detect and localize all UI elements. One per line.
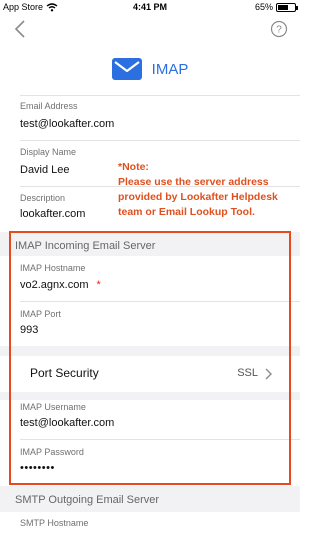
note-line: team or Email Lookup Tool. <box>118 206 255 218</box>
divider <box>20 140 300 141</box>
smtp-hostname-label: SMTP Hostname <box>20 518 89 528</box>
display-name-label: Display Name <box>20 147 77 157</box>
outgoing-section-title: SMTP Outgoing Email Server <box>15 494 160 506</box>
status-right: 65% <box>254 2 298 12</box>
mail-icon <box>111 58 142 80</box>
description-field[interactable]: lookafter.com <box>20 208 85 220</box>
battery-icon <box>276 2 298 12</box>
note-line: Please use the server address <box>118 176 269 188</box>
help-icon[interactable]: ? <box>270 20 288 38</box>
server-address-note: *Note: Please use the server address pro… <box>118 160 300 220</box>
display-name-field[interactable]: David Lee <box>20 164 70 176</box>
description-label: Description <box>20 193 66 203</box>
email-address-field[interactable]: test@lookafter.com <box>20 118 114 130</box>
note-line: provided by Lookafter Helpdesk <box>118 191 278 203</box>
back-chevron-icon[interactable] <box>10 18 32 40</box>
battery-percent: 65% <box>254 2 273 12</box>
divider <box>20 95 300 96</box>
page-title: IMAP <box>151 60 189 78</box>
status-bar: App Store 4:41 PM 65% <box>0 0 300 14</box>
email-address-label: Email Address <box>20 101 78 111</box>
note-title: *Note: <box>118 161 149 173</box>
battery-fill <box>278 4 289 10</box>
svg-text:?: ? <box>276 25 282 36</box>
account-type-header: IMAP <box>0 52 300 86</box>
incoming-server-highlight <box>9 231 291 485</box>
